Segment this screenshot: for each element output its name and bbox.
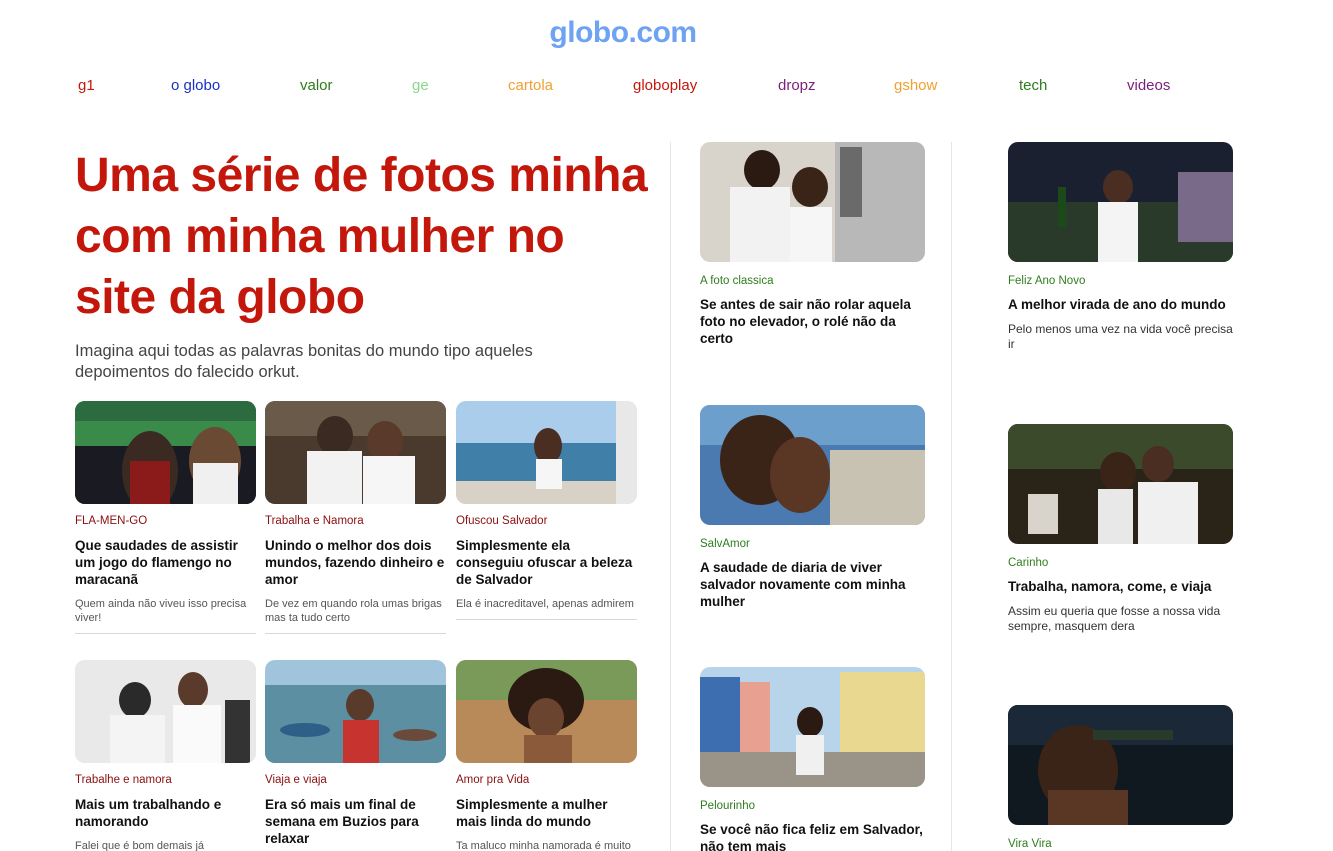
story-description: Pelo menos uma vez na vida você precisa … xyxy=(1008,322,1233,351)
story-title[interactable]: Trabalha, namora, come, e viaja xyxy=(1008,578,1233,595)
news-card[interactable]: Trabalhe e namora Mais um trabalhando e … xyxy=(75,660,256,851)
kiss-salvador-photo[interactable] xyxy=(700,405,925,525)
news-card[interactable]: Viaja e viaja Era só mais um final de se… xyxy=(265,660,446,847)
stadium-photo[interactable] xyxy=(75,401,256,504)
new-year-party-photo[interactable] xyxy=(1008,142,1233,262)
story-title[interactable]: A melhor virada de ano do mundo xyxy=(1008,296,1233,313)
nav-link-g1[interactable]: g1 xyxy=(78,77,95,94)
hero-subtitle: Imagina aqui todas as palavras bonitas d… xyxy=(75,342,533,381)
card-kicker: Trabalhe e namora xyxy=(75,774,172,786)
story-description: Assim eu queria que fosse a nossa vida s… xyxy=(1008,604,1221,633)
card-divider xyxy=(75,633,256,634)
column-divider xyxy=(670,142,671,851)
site-logo[interactable]: globo.com xyxy=(0,16,1246,50)
card-divider xyxy=(456,619,637,620)
card-description: De vez em quando rola umas brigas mas ta… xyxy=(265,598,442,624)
woman-bottle-night-photo[interactable] xyxy=(1008,705,1233,825)
hero-headline[interactable]: Uma série de fotos minha com minha mulhe… xyxy=(75,145,655,328)
nav-link-o-globo[interactable]: o globo xyxy=(171,77,220,94)
woman-bay-view-photo[interactable] xyxy=(456,401,637,504)
pelourinho-street-photo[interactable] xyxy=(700,667,925,787)
story-kicker: Pelourinho xyxy=(700,800,755,812)
card-title[interactable]: Simplesmente a mulher mais linda do mund… xyxy=(456,796,637,830)
column-divider xyxy=(951,142,952,851)
middle-story[interactable]: SalvAmor A saudade de diaria de viver sa… xyxy=(700,405,925,610)
top-nav: g1 o globo valor ge cartola globoplay dr… xyxy=(0,77,1333,99)
card-kicker: Amor pra Vida xyxy=(456,774,530,786)
card-kicker: Viaja e viaja xyxy=(265,774,327,786)
card-kicker: Ofuscou Salvador xyxy=(456,515,548,527)
couple-studio-photo[interactable] xyxy=(75,660,256,763)
nav-link-tech[interactable]: tech xyxy=(1019,77,1047,94)
nav-link-cartola[interactable]: cartola xyxy=(508,77,553,94)
card-description: Falei que é bom demais já xyxy=(75,840,205,851)
couple-dinner-photo[interactable] xyxy=(1008,424,1233,544)
woman-drink-photo[interactable] xyxy=(456,660,637,763)
card-kicker: Trabalha e Namora xyxy=(265,515,364,527)
card-title[interactable]: Era só mais um final de semana em Buzios… xyxy=(265,796,446,847)
nav-link-globoplay[interactable]: globoplay xyxy=(633,77,697,94)
couple-white-outfits-photo[interactable] xyxy=(265,401,446,504)
card-description: Ela é inacreditavel, apenas admirem xyxy=(456,598,634,610)
story-title[interactable]: Se antes de sair não rolar aquela foto n… xyxy=(700,296,925,347)
nav-link-dropz[interactable]: dropz xyxy=(778,77,816,94)
news-card[interactable]: Trabalha e Namora Unindo o melhor dos do… xyxy=(265,401,446,634)
story-kicker: Vira Vira xyxy=(1008,838,1052,850)
story-kicker: Feliz Ano Novo xyxy=(1008,275,1086,287)
nav-link-valor[interactable]: valor xyxy=(300,77,333,94)
right-story[interactable]: Feliz Ano Novo A melhor virada de ano do… xyxy=(1008,142,1233,352)
right-story[interactable]: Vira Vira xyxy=(1008,705,1233,851)
nav-link-ge[interactable]: ge xyxy=(412,77,429,94)
card-description: Ta maluco minha namorada é muito xyxy=(456,840,631,851)
card-divider xyxy=(265,633,446,634)
nav-link-videos[interactable]: videos xyxy=(1127,77,1170,94)
card-title[interactable]: Mais um trabalhando e namorando xyxy=(75,796,256,830)
card-title[interactable]: Simplesmente ela conseguiu ofuscar a bel… xyxy=(456,537,637,588)
story-kicker: SalvAmor xyxy=(700,538,750,550)
news-card[interactable]: Ofuscou Salvador Simplesmente ela conseg… xyxy=(456,401,637,620)
woman-boats-photo[interactable] xyxy=(265,660,446,763)
story-title[interactable]: Se você não fica feliz em Salvador, não … xyxy=(700,821,925,851)
card-title[interactable]: Unindo o melhor dos dois mundos, fazendo… xyxy=(265,537,446,588)
nav-link-gshow[interactable]: gshow xyxy=(894,77,937,94)
middle-story[interactable]: A foto classica Se antes de sair não rol… xyxy=(700,142,925,347)
elevador-selfie-photo[interactable] xyxy=(700,142,925,262)
story-kicker: A foto classica xyxy=(700,275,774,287)
card-kicker: FLA-MEN-GO xyxy=(75,515,148,527)
news-card[interactable]: Amor pra Vida Simplesmente a mulher mais… xyxy=(456,660,637,851)
card-title[interactable]: Que saudades de assistir um jogo do flam… xyxy=(75,537,256,588)
middle-story[interactable]: Pelourinho Se você não fica feliz em Sal… xyxy=(700,667,925,851)
news-card[interactable]: FLA-MEN-GO Que saudades de assistir um j… xyxy=(75,401,256,634)
card-description: Quem ainda não viveu isso precisa viver! xyxy=(75,598,247,624)
story-title[interactable]: A saudade de diaria de viver salvador no… xyxy=(700,559,925,610)
right-story[interactable]: Carinho Trabalha, namora, come, e viaja … xyxy=(1008,424,1233,634)
story-kicker: Carinho xyxy=(1008,557,1049,569)
